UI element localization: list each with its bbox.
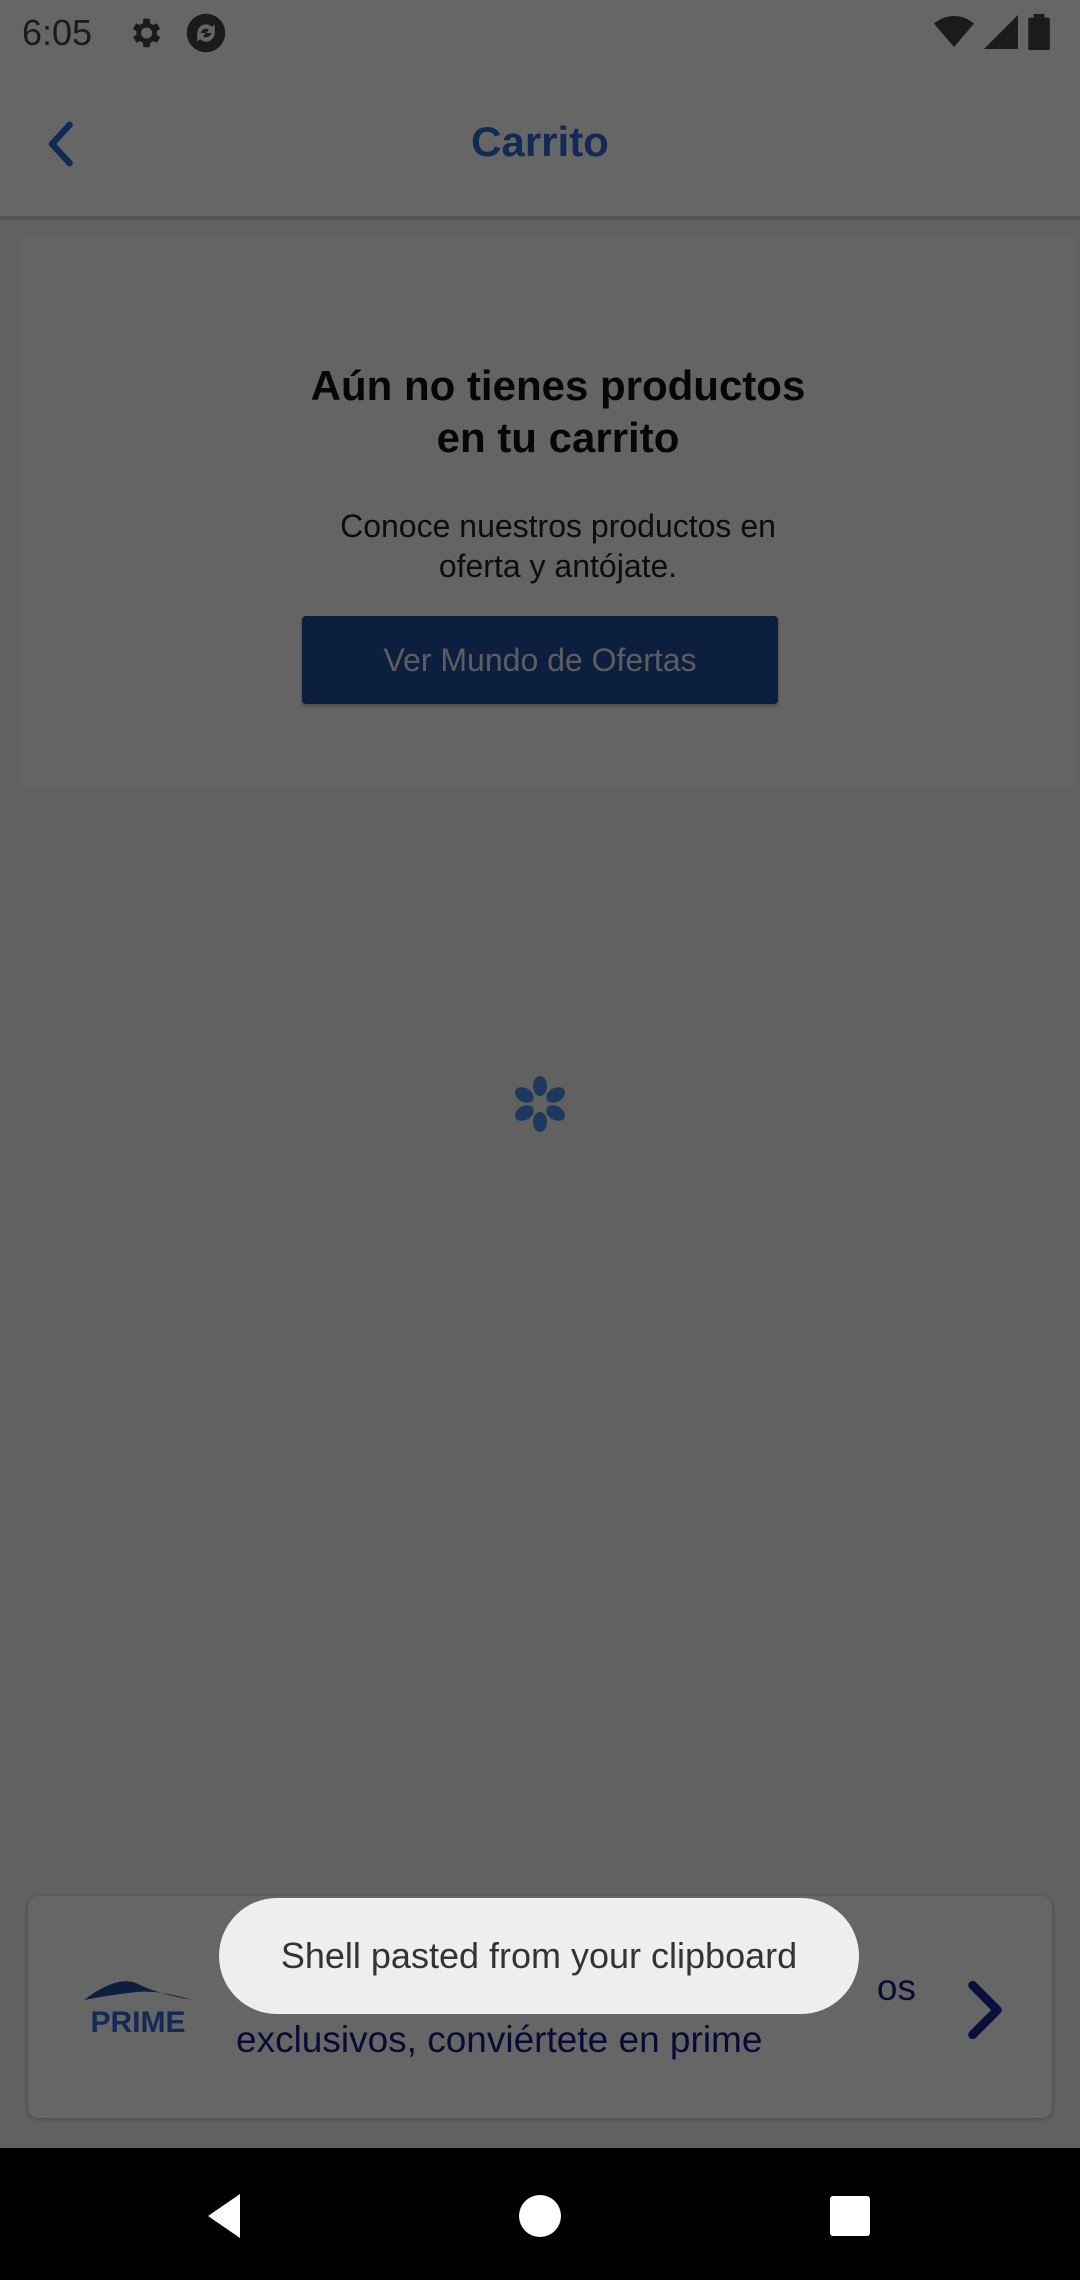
settings-gear-icon [132,18,161,48]
prime-logo-text: PRIME [90,2006,185,2039]
nav-home-icon[interactable] [516,2192,564,2240]
loading-spinner-icon [515,1076,565,1132]
status-bar: 6:05 [0,0,1080,66]
status-time: 6:05 [22,12,93,53]
prime-banner-text-line2: exclusivos, conviértete en prime [236,2019,763,2060]
empty-cart-subtitle: Conoce nuestros productos en oferta y an… [288,506,828,586]
prime-logo: PRIME [84,1981,192,2039]
system-nav-bar [0,2148,1080,2280]
empty-cart-title-line1: Aún no tienes productos [310,362,806,409]
nav-back-icon[interactable] [200,2190,252,2242]
cart-content: Aún no tienes productos en tu carrito Co… [0,220,1080,2148]
app-header: Carrito [0,66,1080,220]
chevron-right-icon[interactable] [958,1980,1012,2040]
sync-icon [186,13,226,53]
empty-cart-title: Aún no tienes productos en tu carrito [258,360,858,464]
empty-cart-subtitle-line2: oferta y antójate. [438,548,678,584]
status-indicators [934,14,1050,50]
empty-cart-card: Aún no tienes productos en tu carrito Co… [18,234,1078,790]
signal-icon [984,15,1018,49]
view-offers-button[interactable]: Ver Mundo de Ofertas [302,616,778,704]
wifi-icon [934,16,974,47]
empty-cart-title-line2: en tu carrito [436,414,680,461]
nav-recents-icon[interactable] [826,2192,874,2240]
clipboard-toast: Shell pasted from your clipboard [219,1898,859,2014]
battery-icon [1028,14,1050,50]
page-title: Carrito [471,118,609,165]
empty-cart-subtitle-line1: Conoce nuestros productos en [340,508,776,544]
